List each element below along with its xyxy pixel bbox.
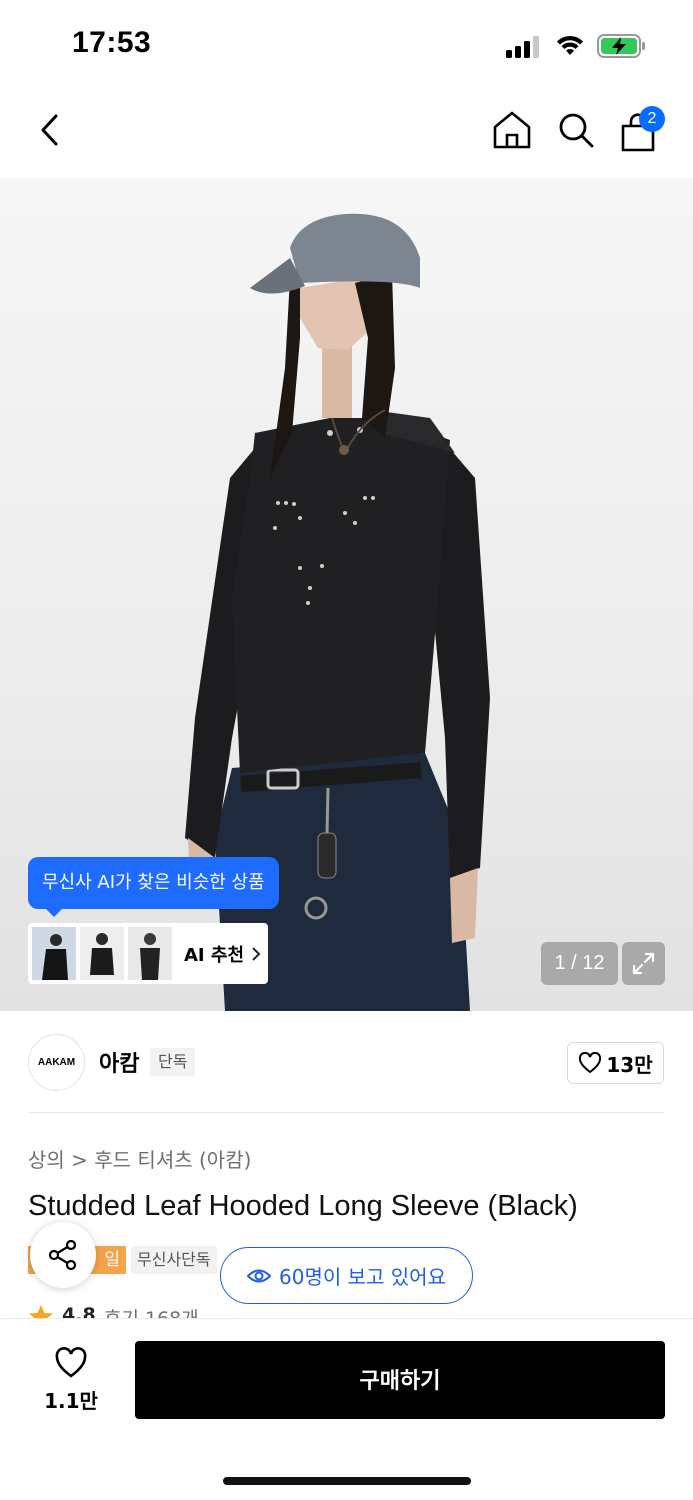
top-nav: 2 [0,92,693,178]
battery-charging-icon [597,34,645,58]
thumbnail-photo [32,927,76,980]
category-breadcrumb[interactable]: 상의 > 후드 티셔츠 (아캄) [28,1144,251,1173]
product-title: Studded Leaf Hooded Long Sleeve (Black) [28,1190,578,1222]
exclusive-tag: 단독 [150,1048,196,1076]
share-button[interactable] [30,1222,96,1288]
expand-icon [632,952,655,975]
chevron-right-icon [252,946,261,961]
home-icon[interactable] [490,108,534,152]
back-icon[interactable] [34,110,66,150]
ai-recommend-label: AI 추천 [184,944,245,966]
cart-count-badge: 2 [639,106,665,132]
share-icon [48,1239,77,1271]
thumbnail-photo [128,927,172,980]
musinsa-exclusive-tag: 무신사단독 [131,1246,217,1274]
product-image-carousel[interactable]: 무신사 AI가 찾은 비슷한 상품 AI 추천 1 / 12 [0,178,693,1011]
heart-icon[interactable] [54,1347,88,1379]
cart-button[interactable]: 2 [618,106,670,156]
wishlist-count: 1.1만 [44,1389,98,1413]
cellular-signal-icon [506,36,539,58]
similar-product-thumbnail[interactable] [80,927,124,980]
eye-icon [247,1269,272,1282]
brand-like-count: 13만 [606,1052,653,1077]
expand-image-button[interactable] [622,942,665,985]
status-bar: 17:53 [0,0,693,92]
divider [28,1112,665,1113]
ai-similar-tooltip[interactable]: 무신사 AI가 찾은 비슷한 상품 [28,857,279,917]
viewers-now-pill: 60명이 보고 있어요 [220,1247,473,1304]
search-icon[interactable] [555,109,597,151]
thumbnail-photo [80,927,124,980]
brand-logo[interactable]: AAKAM [28,1034,85,1091]
wifi-icon [557,35,583,55]
image-page-counter: 1 / 12 [541,942,618,985]
similar-product-thumbnail[interactable] [32,927,76,980]
bottom-action-bar: 1.1만 구매하기 [0,1318,693,1500]
viewers-text: 60명이 보고 있어요 [279,1265,446,1289]
heart-icon [579,1052,602,1074]
home-indicator [223,1477,471,1485]
buy-button[interactable]: 구매하기 [135,1341,665,1419]
brand-like-button[interactable]: 13만 [567,1042,664,1084]
similar-product-thumbnail[interactable] [128,927,172,980]
ai-recommend-button[interactable]: AI 추천 [28,923,268,984]
status-time: 17:53 [72,26,152,59]
brand-name[interactable]: 아캄 [99,1046,139,1078]
